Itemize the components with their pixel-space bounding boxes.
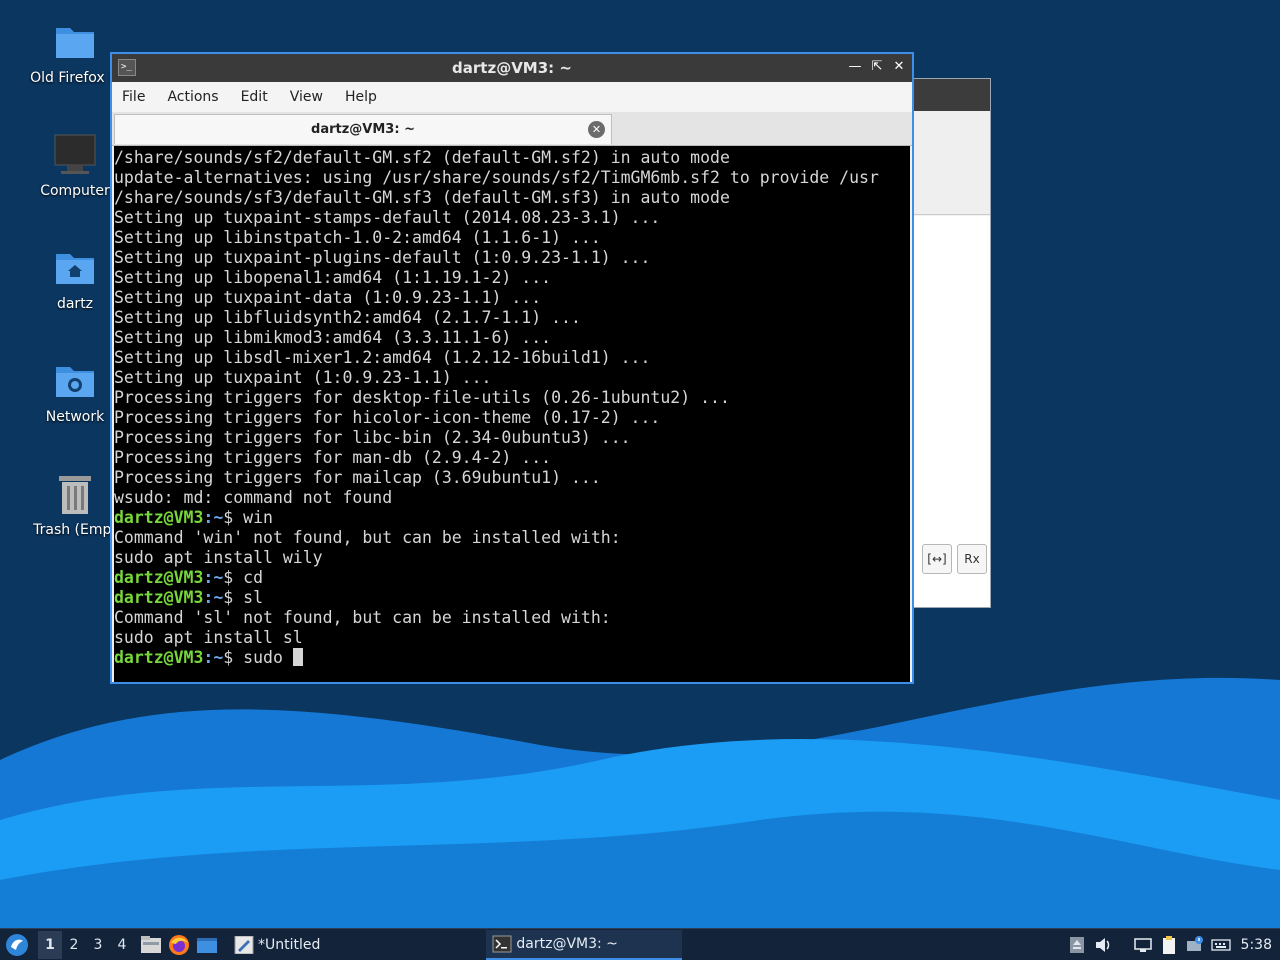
terminal-output-line: Command 'sl' not found, but can be insta… — [114, 608, 611, 627]
prompt-user: dartz@VM3 — [114, 648, 204, 667]
prompt-path: :~ — [203, 508, 224, 527]
clipboard-icon[interactable] — [1159, 935, 1179, 955]
task-label: *Untitled — [258, 936, 321, 953]
task-label: dartz@VM3: ~ — [516, 935, 618, 952]
volume-icon[interactable] — [1093, 935, 1113, 955]
terminal-prompt-line: dartz@VM3:~$ win — [114, 508, 910, 528]
command-text: sudo — [233, 648, 293, 667]
background-window-titlebar[interactable] — [901, 79, 990, 111]
terminal-output-line: Processing triggers for man-db (2.9.4-2)… — [114, 448, 552, 467]
terminal-output[interactable]: /share/sounds/sf2/default-GM.sf2 (defaul… — [114, 146, 910, 682]
terminal-output-line: Command 'win' not found, but can be inst… — [114, 528, 621, 547]
terminal-output-line: Processing triggers for libc-bin (2.34-0… — [114, 428, 631, 447]
tab-close-icon[interactable]: ✕ — [588, 121, 605, 138]
text-cursor — [292, 648, 303, 666]
terminal-prompt-line: dartz@VM3:~$ cd — [114, 568, 910, 588]
eject-icon[interactable] — [1067, 935, 1087, 955]
home-folder-icon — [56, 254, 94, 284]
window-title: dartz@VM3: ~ — [452, 59, 572, 77]
maximize-icon[interactable]: ⇱ — [870, 58, 884, 76]
terminal-titlebar[interactable]: >_ dartz@VM3: ~ — ⇱ ✕ — [112, 54, 912, 82]
tab-bar: dartz@VM3: ~ ✕ — [112, 112, 912, 146]
close-icon[interactable]: ✕ — [892, 58, 906, 76]
terminal-output-line: Setting up tuxpaint-plugins-default (1:0… — [114, 248, 651, 267]
workspace-1[interactable]: 1 — [38, 930, 62, 959]
terminal-output-line: Setting up tuxpaint (1:0.9.23-1.1) ... — [114, 368, 492, 387]
terminal-output-line: sudo apt install wily — [114, 548, 323, 567]
workspace-2[interactable]: 2 — [62, 931, 86, 959]
terminal-output-line: sudo apt install sl — [114, 628, 303, 647]
keyboard-icon[interactable] — [1210, 935, 1231, 955]
menu-actions[interactable]: Actions — [167, 89, 218, 105]
workspace-3[interactable]: 3 — [86, 931, 110, 959]
terminal-output-line: Setting up libfluidsynth2:amd64 (2.1.7-1… — [114, 308, 581, 327]
show-desktop-icon[interactable] — [196, 934, 218, 956]
terminal-output-line: Setting up tuxpaint-data (1:0.9.23-1.1) … — [114, 288, 542, 307]
text-editor-icon — [234, 935, 254, 954]
notification-icon[interactable] — [1185, 935, 1205, 955]
expand-button[interactable]: [↔] — [922, 544, 952, 574]
terminal-output-line: Setting up libmikmod3:amd64 (3.3.11.1-6)… — [114, 328, 552, 347]
prompt-symbol: $ — [223, 588, 234, 607]
firefox-icon[interactable] — [168, 934, 190, 956]
prompt-user: dartz@VM3 — [114, 568, 204, 587]
folder-icon — [56, 28, 94, 58]
terminal-output-line: /share/sounds/sf2/default-GM.sf2 (defaul… — [114, 148, 730, 167]
terminal-icon: >_ — [118, 59, 136, 76]
menubar: File Actions Edit View Help — [112, 82, 912, 112]
menu-help[interactable]: Help — [345, 89, 377, 105]
menu-view[interactable]: View — [290, 89, 323, 105]
terminal-prompt-line: dartz@VM3:~$ sl — [114, 588, 910, 608]
computer-icon — [54, 134, 96, 174]
taskbar: 1 2 3 4 *Untitled dartz@VM3: ~ 5:38 — [0, 928, 1280, 960]
background-window-toolbar — [901, 111, 990, 215]
terminal-output-line: Setting up libopenal1:amd64 (1:1.19.1-2)… — [114, 268, 552, 287]
terminal-output-line: Setting up tuxpaint-stamps-default (2014… — [114, 208, 661, 227]
prompt-symbol: $ — [223, 648, 234, 667]
command-text: cd — [233, 568, 264, 587]
terminal-output-line: wsudo: md: command not found — [114, 488, 393, 507]
system-tray: 5:38 — [1067, 929, 1280, 960]
terminal-output-line: update-alternatives: using /usr/share/so… — [114, 168, 879, 187]
network-icon[interactable] — [1133, 935, 1153, 955]
trash-icon — [59, 476, 91, 514]
workspace-4[interactable]: 4 — [110, 931, 134, 959]
task-terminal[interactable]: dartz@VM3: ~ — [486, 929, 683, 960]
menu-file[interactable]: File — [122, 89, 145, 105]
app-menu-icon[interactable] — [4, 932, 30, 958]
prompt-path: :~ — [203, 588, 224, 607]
terminal-icon — [492, 935, 512, 952]
terminal-output-line: Processing triggers for hicolor-icon-the… — [114, 408, 661, 427]
terminal-output-line: Processing triggers for desktop-file-uti… — [114, 388, 730, 407]
file-manager-icon[interactable] — [140, 934, 162, 956]
minimize-icon[interactable]: — — [848, 58, 862, 76]
tab-terminal[interactable]: dartz@VM3: ~ ✕ — [114, 114, 612, 144]
prompt-path: :~ — [203, 648, 224, 667]
prompt-symbol: $ — [223, 568, 234, 587]
terminal-window[interactable]: >_ dartz@VM3: ~ — ⇱ ✕ File Actions Edit … — [110, 52, 914, 684]
prompt-path: :~ — [203, 568, 224, 587]
prompt-user: dartz@VM3 — [114, 588, 204, 607]
terminal-output-line: /share/sounds/sf3/default-GM.sf3 (defaul… — [114, 188, 730, 207]
menu-edit[interactable]: Edit — [241, 89, 268, 105]
task-text-editor[interactable]: *Untitled — [228, 930, 326, 960]
clear-formatting-button[interactable]: Rx — [957, 544, 987, 574]
prompt-user: dartz@VM3 — [114, 508, 204, 527]
prompt-symbol: $ — [223, 508, 234, 527]
tab-label: dartz@VM3: ~ — [311, 122, 415, 137]
terminal-output-line: Processing triggers for mailcap (3.69ubu… — [114, 468, 601, 487]
command-text: sl — [233, 588, 264, 607]
command-text: win — [233, 508, 273, 527]
terminal-prompt-line: dartz@VM3:~$ sudo — [114, 648, 910, 668]
network-folder-icon — [56, 367, 94, 397]
terminal-output-line: Setting up libinstpatch-1.0-2:amd64 (1.1… — [114, 228, 601, 247]
terminal-output-line: Setting up libsdl-mixer1.2:amd64 (1.2.12… — [114, 348, 651, 367]
clock[interactable]: 5:38 — [1241, 937, 1272, 953]
